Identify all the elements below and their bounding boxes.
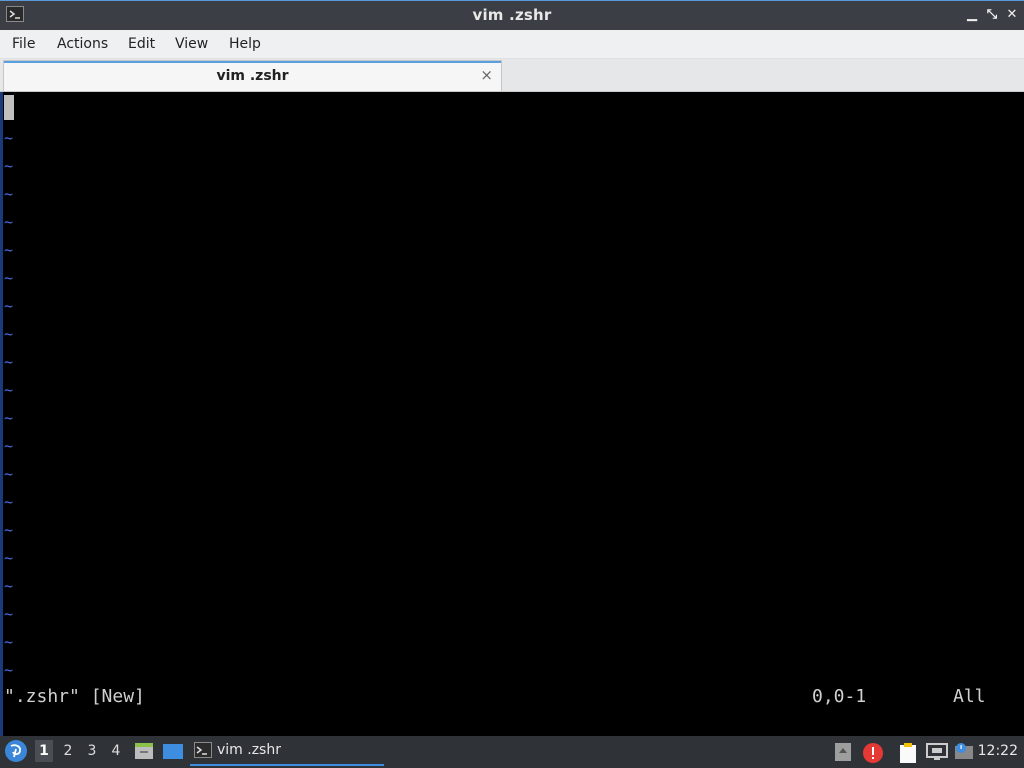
show-desktop-icon[interactable] bbox=[162, 743, 184, 761]
empty-line-marker: ~ bbox=[4, 521, 14, 539]
minimize-icon[interactable]: ▁ bbox=[964, 7, 980, 23]
menu-edit[interactable]: Edit bbox=[128, 36, 155, 52]
menu-view[interactable]: View bbox=[175, 36, 208, 52]
empty-line-marker: ~ bbox=[4, 493, 14, 511]
tab-label: vim .zshr bbox=[216, 68, 289, 84]
empty-line-marker: ~ bbox=[4, 605, 14, 623]
empty-line-marker: ~ bbox=[4, 381, 14, 399]
empty-line-marker: ~ bbox=[4, 661, 14, 679]
tab-active-indicator bbox=[4, 61, 501, 63]
tab-bar: vim .zshr × bbox=[0, 59, 1024, 92]
taskbar-item-label: vim .zshr bbox=[217, 742, 281, 758]
taskbar-item-vim[interactable]: vim .zshr bbox=[190, 738, 384, 766]
maximize-icon[interactable]: ⤡ bbox=[984, 7, 1000, 23]
empty-line-marker: ~ bbox=[4, 129, 14, 147]
workspace-1[interactable]: 1 bbox=[35, 740, 53, 762]
vim-cursor-position: 0,0-1 bbox=[812, 686, 867, 707]
menu-actions[interactable]: Actions bbox=[57, 36, 108, 52]
empty-line-marker: ~ bbox=[4, 437, 14, 455]
empty-line-marker: ~ bbox=[4, 577, 14, 595]
clipboard-icon[interactable] bbox=[898, 742, 918, 768]
empty-line-marker: ~ bbox=[4, 465, 14, 483]
network-icon[interactable] bbox=[926, 742, 948, 766]
empty-line-marker: ~ bbox=[4, 325, 14, 343]
title-bar: vim .zshr ▁ ⤡ ✕ bbox=[0, 0, 1024, 30]
terminal-view[interactable]: ~ ~ ~ ~ ~ ~ ~ ~ ~ ~ ~ ~ ~ ~ ~ ~ ~ ~ ~ ~ … bbox=[0, 92, 1024, 736]
empty-line-marker: ~ bbox=[4, 409, 14, 427]
tab-close-icon[interactable]: × bbox=[480, 66, 493, 84]
terminal-icon bbox=[194, 742, 212, 758]
empty-line-marker: ~ bbox=[4, 185, 14, 203]
vim-status-file: ".zshr" [New] bbox=[4, 686, 145, 707]
menu-bar: File Actions Edit View Help bbox=[0, 30, 1024, 59]
text-cursor bbox=[4, 95, 14, 120]
terminal-left-edge bbox=[0, 92, 3, 736]
file-manager-icon[interactable] bbox=[134, 741, 154, 761]
empty-line-marker: ~ bbox=[4, 213, 14, 231]
empty-line-marker: ~ bbox=[4, 549, 14, 567]
close-icon[interactable]: ✕ bbox=[1004, 7, 1020, 23]
menu-file[interactable]: File bbox=[12, 36, 35, 52]
empty-line-marker: ~ bbox=[4, 353, 14, 371]
menu-help[interactable]: Help bbox=[229, 36, 261, 52]
workspace-3[interactable]: 3 bbox=[83, 743, 101, 759]
workspace-4[interactable]: 4 bbox=[107, 743, 125, 759]
empty-line-marker: ~ bbox=[4, 633, 14, 651]
empty-line-marker: ~ bbox=[4, 269, 14, 287]
alert-icon[interactable] bbox=[862, 742, 884, 768]
workspace-2[interactable]: 2 bbox=[59, 743, 77, 759]
empty-line-marker: ~ bbox=[4, 241, 14, 259]
window-title: vim .zshr bbox=[472, 6, 552, 24]
clock[interactable]: 12:22 bbox=[978, 743, 1018, 759]
empty-line-marker: ~ bbox=[4, 157, 14, 175]
tab-vim-zshr[interactable]: vim .zshr × bbox=[3, 60, 502, 91]
upload-icon[interactable] bbox=[834, 742, 852, 766]
update-icon[interactable] bbox=[954, 742, 974, 766]
empty-line-marker: ~ bbox=[4, 297, 14, 315]
vim-scroll-indicator: All bbox=[953, 686, 986, 707]
start-menu-icon[interactable] bbox=[5, 740, 27, 762]
taskbar: 1 2 3 4 vim .zshr 12:22 bbox=[0, 736, 1024, 768]
